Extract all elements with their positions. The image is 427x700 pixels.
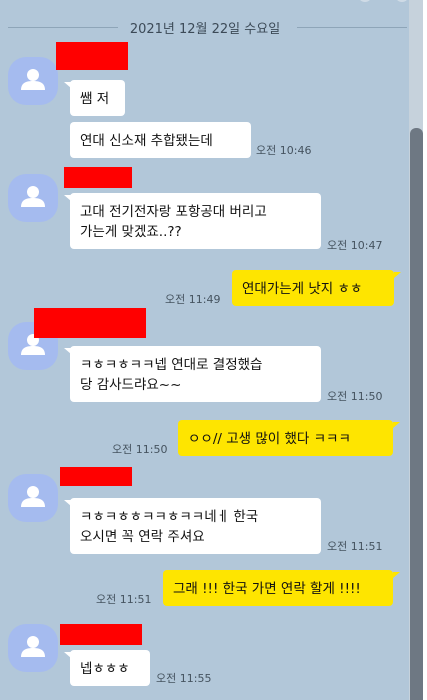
message-bubble-incoming[interactable]: ㅋㅎㅋㅎㅎㅋㅋㅎㅋㅋ네ㅔ 한국 오시면 꼭 연락 주셔요 <box>70 498 321 554</box>
default-profile-icon <box>21 69 45 90</box>
window-edge <box>423 0 427 700</box>
message-bubble-incoming[interactable]: 쌤 저 <box>70 80 125 116</box>
bubble-tail <box>393 572 400 578</box>
message-time: 오전 11:50 <box>112 443 168 456</box>
bubble-tail <box>394 272 401 278</box>
message-bubble-outgoing[interactable]: 연대가는게 낫지 ㅎㅎ <box>232 270 394 306</box>
message-time: 오전 10:46 <box>256 144 312 157</box>
top-control-icon[interactable] <box>395 0 409 2</box>
default-profile-icon <box>21 636 45 657</box>
message-time: 오전 11:50 <box>327 390 383 403</box>
message-time: 오전 11:51 <box>96 593 152 606</box>
redacted-sender-name <box>34 308 146 338</box>
window-top-edge <box>0 0 427 6</box>
default-profile-icon <box>21 486 45 507</box>
message-bubble-incoming[interactable]: ㅋㅎㅋㅎㅋㅋ넵 연대로 결정했습 당 감사드랴요~~ <box>70 346 321 402</box>
message-time: 오전 11:49 <box>165 293 221 306</box>
avatar[interactable] <box>8 624 58 672</box>
avatar[interactable] <box>8 174 58 222</box>
redacted-sender-name <box>64 167 132 188</box>
bubble-tail <box>393 422 400 428</box>
message-time: 오전 11:55 <box>156 672 212 685</box>
message-time: 오전 10:47 <box>327 239 383 252</box>
avatar[interactable] <box>8 474 58 522</box>
scrollbar-thumb[interactable] <box>410 128 423 700</box>
message-bubble-incoming[interactable]: 고대 전기전자랑 포항공대 버리고 가는게 맞겠죠..?? <box>70 193 321 249</box>
date-label: 2021년 12월 22일 수요일 <box>123 22 287 37</box>
avatar[interactable] <box>8 57 58 105</box>
message-bubble-incoming[interactable]: 넵ㅎㅎㅎ <box>70 650 150 686</box>
date-divider: 2021년 12월 22일 수요일 <box>0 14 410 40</box>
default-profile-icon <box>21 186 45 207</box>
redacted-sender-name <box>60 467 132 486</box>
message-bubble-incoming[interactable]: 연대 신소재 추합됐는데 <box>70 122 251 158</box>
message-bubble-outgoing[interactable]: ㅇㅇ// 고생 많이 했다 ㅋㅋㅋ <box>178 420 393 456</box>
message-time: 오전 11:51 <box>327 540 383 553</box>
message-bubble-outgoing[interactable]: 그래 !!! 한국 가면 연락 할게 !!!! <box>163 570 393 606</box>
top-control-icon[interactable] <box>358 0 372 2</box>
redacted-sender-name <box>60 624 142 645</box>
redacted-sender-name <box>56 42 128 70</box>
